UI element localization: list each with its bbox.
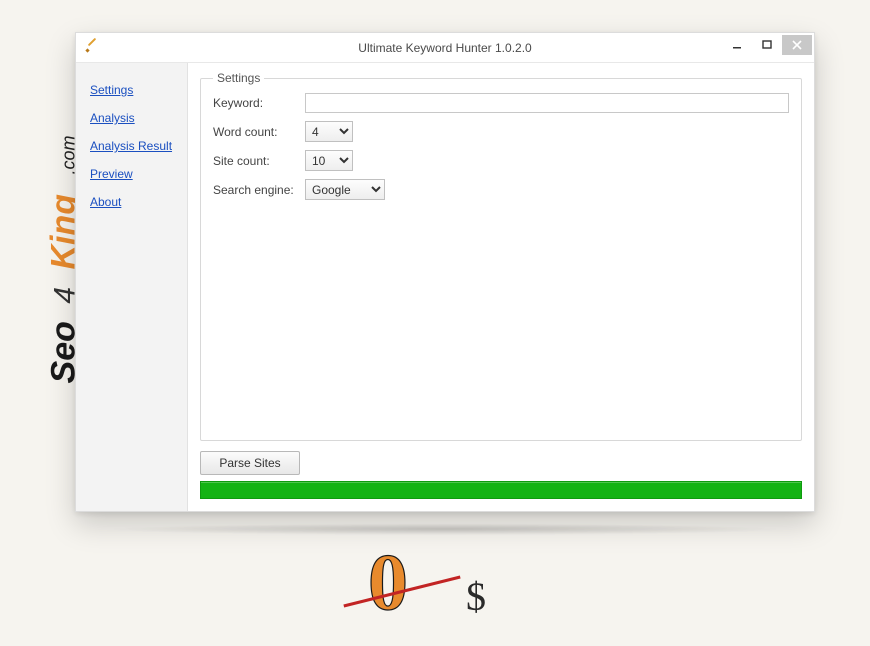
sidebar-item-analysis[interactable]: Analysis xyxy=(76,105,187,133)
main-panel: Settings Keyword: Word count: 4 Site cou… xyxy=(188,63,814,511)
sidebar: Settings Analysis Analysis Result Previe… xyxy=(76,63,188,511)
progress-bar xyxy=(200,481,802,499)
site-count-label: Site count: xyxy=(213,154,305,168)
maximize-icon xyxy=(762,40,772,50)
window-body: Settings Analysis Analysis Result Previe… xyxy=(76,63,814,511)
row-site-count: Site count: 10 xyxy=(213,150,789,171)
currency-symbol: $ xyxy=(466,573,486,628)
parse-sites-button[interactable]: Parse Sites xyxy=(200,451,300,475)
window-controls xyxy=(722,35,812,55)
settings-legend: Settings xyxy=(213,71,264,85)
app-window: Ultimate Keyword Hunter 1.0.2.0 Settings… xyxy=(75,32,815,512)
close-icon xyxy=(792,40,802,50)
minimize-button[interactable] xyxy=(722,35,752,55)
word-count-select[interactable]: 4 xyxy=(305,121,353,142)
close-button[interactable] xyxy=(782,35,812,55)
settings-group: Settings Keyword: Word count: 4 Site cou… xyxy=(200,71,802,441)
titlebar[interactable]: Ultimate Keyword Hunter 1.0.2.0 xyxy=(76,33,814,63)
minimize-icon xyxy=(732,40,742,50)
site-count-select[interactable]: 10 xyxy=(305,150,353,171)
maximize-button[interactable] xyxy=(752,35,782,55)
keyword-input[interactable] xyxy=(305,93,789,113)
row-word-count: Word count: 4 xyxy=(213,121,789,142)
sidebar-item-settings[interactable]: Settings xyxy=(76,77,187,105)
search-engine-select[interactable]: Google xyxy=(305,179,385,200)
window-title: Ultimate Keyword Hunter 1.0.2.0 xyxy=(358,41,531,55)
decorative-shadow xyxy=(86,523,804,535)
row-search-engine: Search engine: Google xyxy=(213,179,789,200)
sidebar-item-preview[interactable]: Preview xyxy=(76,161,187,189)
sidebar-item-about[interactable]: About xyxy=(76,189,187,217)
sidebar-item-analysis-result[interactable]: Analysis Result xyxy=(76,133,187,161)
app-icon xyxy=(84,40,100,56)
word-count-label: Word count: xyxy=(213,125,305,139)
price-graphic: 0 $ xyxy=(350,550,486,628)
search-engine-label: Search engine: xyxy=(213,183,305,197)
price-zero: 0 xyxy=(368,544,408,622)
keyword-label: Keyword: xyxy=(213,96,305,110)
row-keyword: Keyword: xyxy=(213,93,789,113)
price-value-wrap: 0 xyxy=(350,550,450,628)
